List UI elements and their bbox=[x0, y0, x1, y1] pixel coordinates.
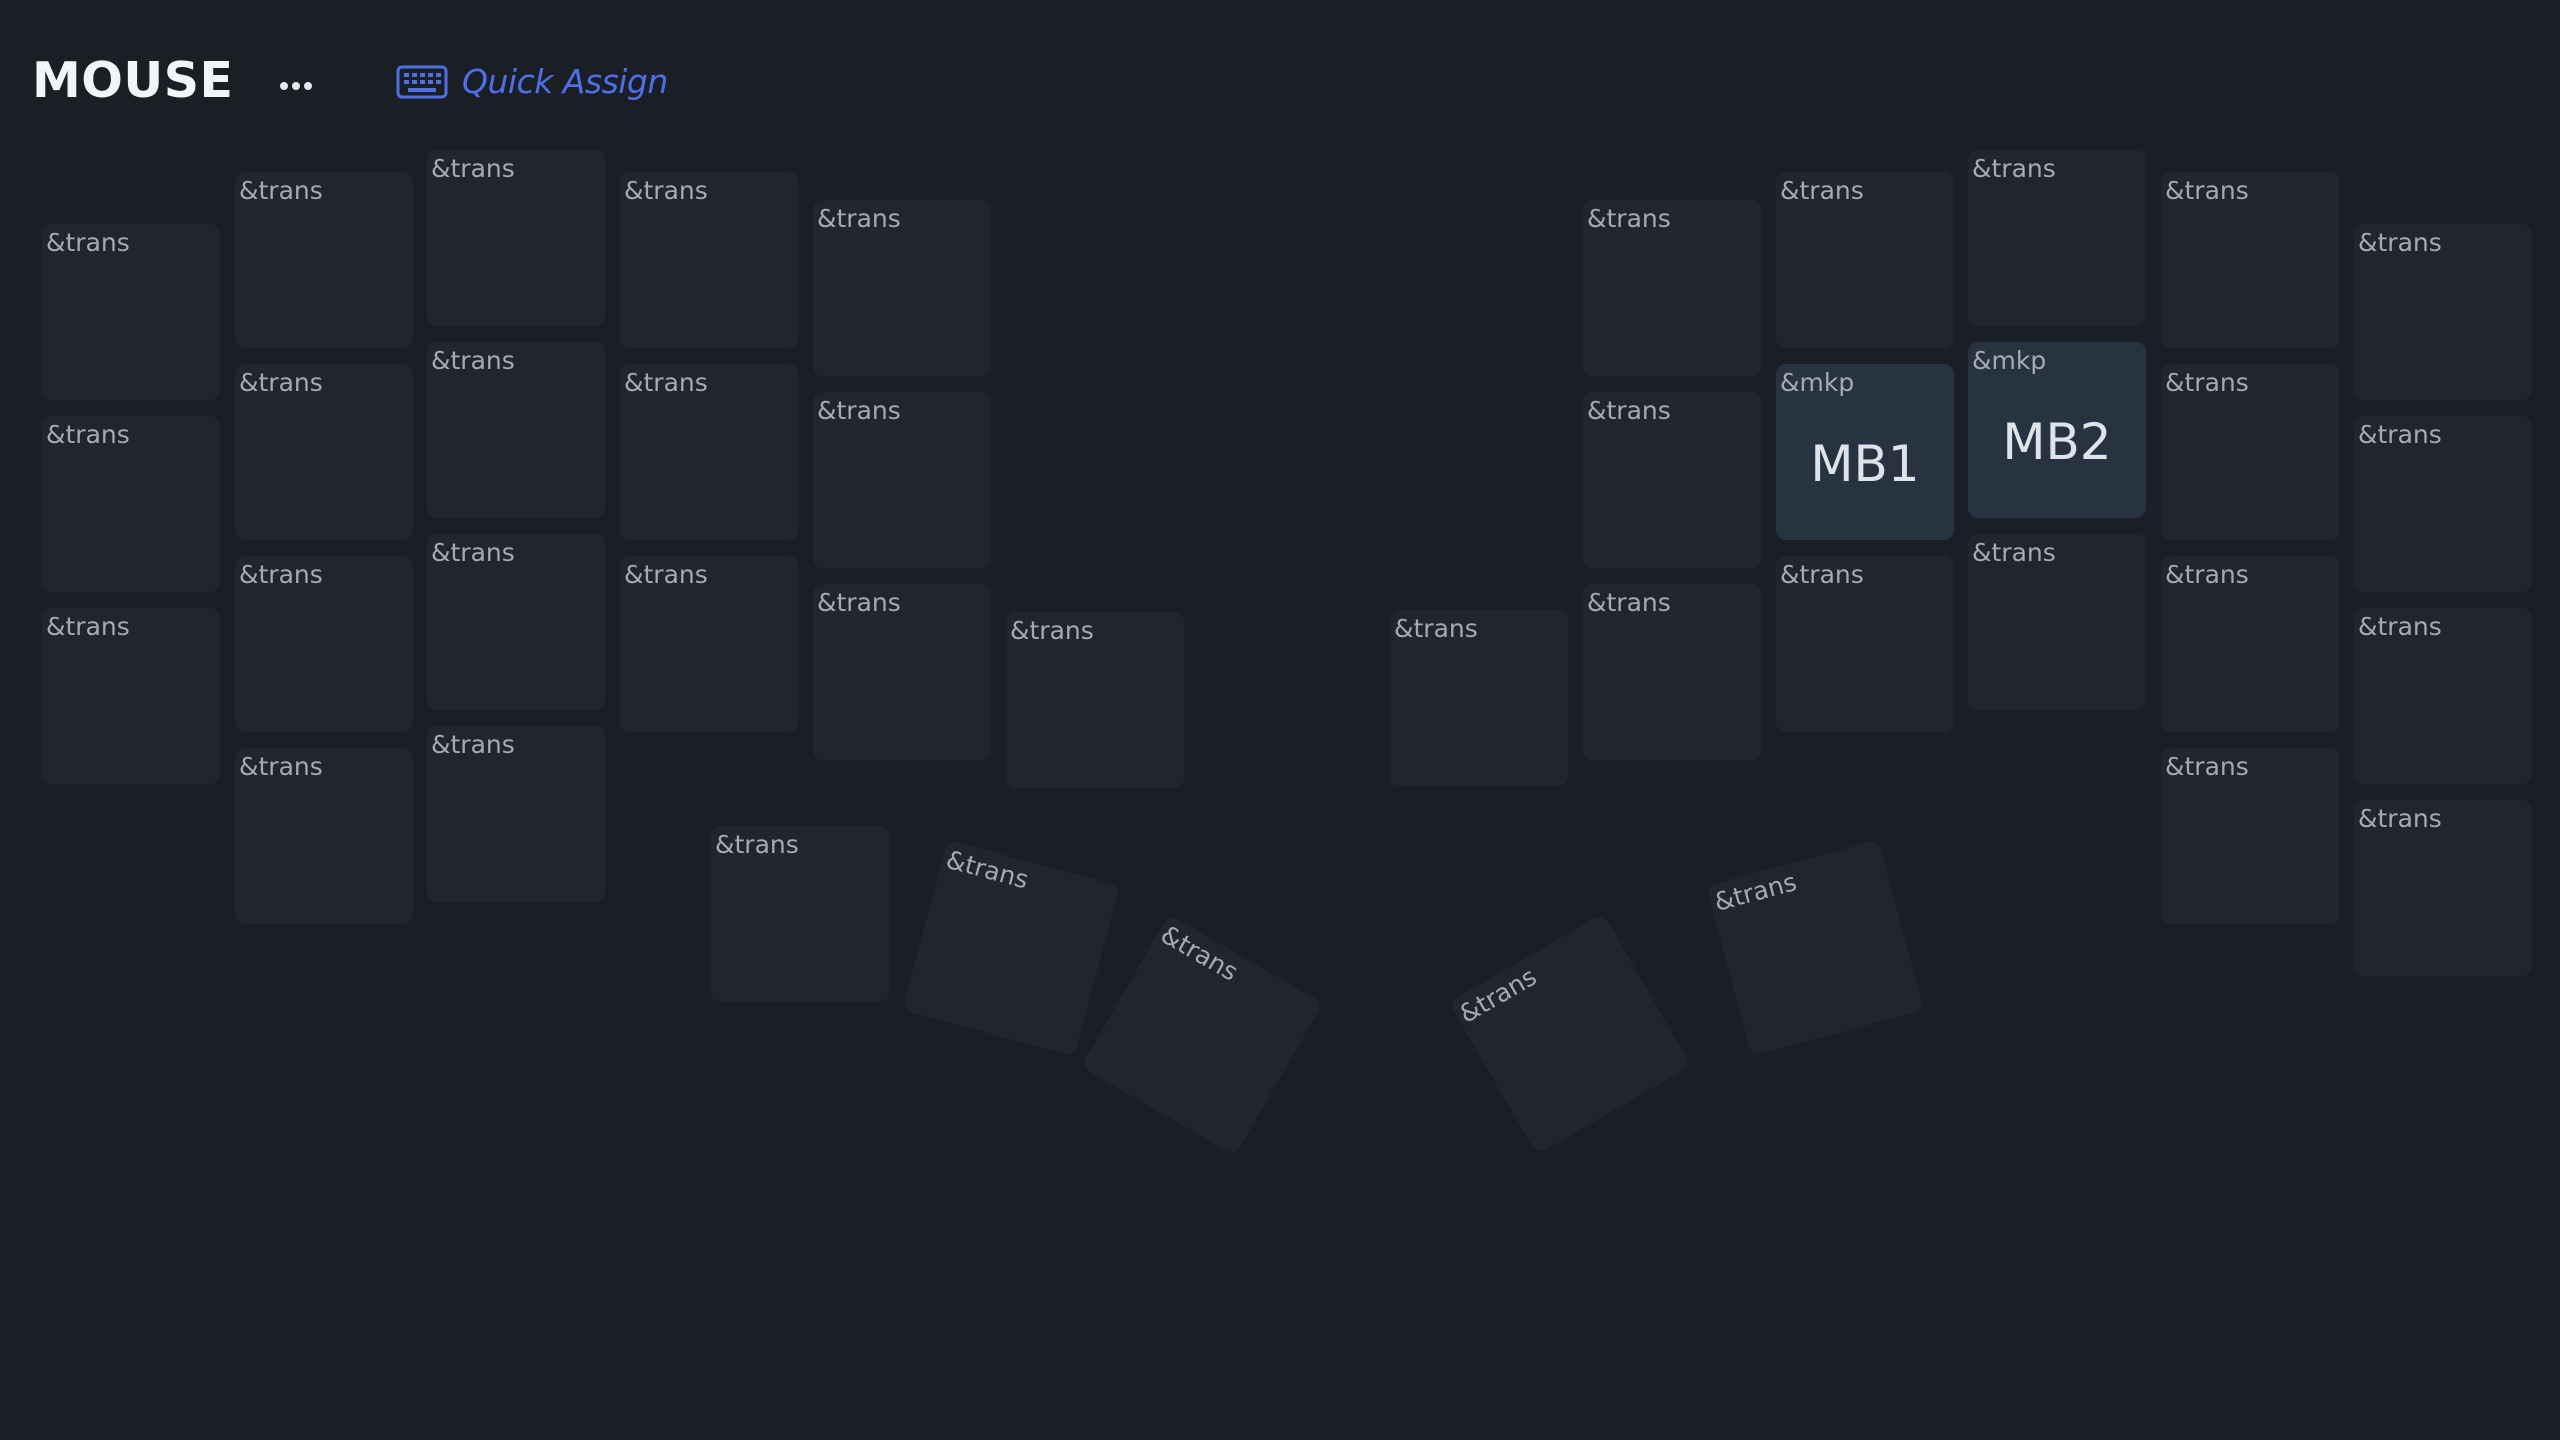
key-behavior-label: &trans bbox=[46, 420, 130, 449]
key-l4-0[interactable]: &trans bbox=[813, 200, 991, 376]
key-behavior-label: &trans bbox=[431, 154, 515, 183]
key-r2-2[interactable]: &trans bbox=[1968, 534, 2146, 710]
key-behavior-label: &trans bbox=[2358, 420, 2442, 449]
keymap-editor: MOUSE Quick Assign &trans &trans &trans … bbox=[0, 0, 2560, 1440]
key-behavior-label: &trans bbox=[2165, 560, 2249, 589]
key-l1-3[interactable]: &trans bbox=[235, 748, 413, 924]
key-r1-0[interactable]: &trans bbox=[1776, 172, 1954, 348]
key-behavior-label: &trans bbox=[2358, 228, 2442, 257]
key-behavior-label: &trans bbox=[1587, 588, 1671, 617]
key-r1-2[interactable]: &trans bbox=[1776, 556, 1954, 732]
key-r3-1[interactable]: &trans bbox=[2161, 364, 2339, 540]
key-behavior-label: &trans bbox=[1780, 560, 1864, 589]
key-behavior-label: &trans bbox=[2358, 804, 2442, 833]
key-l2-0[interactable]: &trans bbox=[427, 150, 605, 326]
key-binding-value: MB2 bbox=[2002, 413, 2112, 471]
key-r3-2[interactable]: &trans bbox=[2161, 556, 2339, 732]
key-behavior-label: &trans bbox=[46, 612, 130, 641]
key-l1-2[interactable]: &trans bbox=[235, 556, 413, 732]
key-behavior-label: &trans bbox=[431, 346, 515, 375]
key-behavior-label: &trans bbox=[2165, 752, 2249, 781]
key-behavior-label: &mkp bbox=[1780, 368, 1855, 397]
key-behavior-label: &trans bbox=[239, 368, 323, 397]
key-r2-1[interactable]: &mkp MB2 bbox=[1968, 342, 2146, 518]
key-behavior-label: &trans bbox=[943, 844, 1032, 895]
key-r0-1[interactable]: &trans bbox=[1583, 392, 1761, 568]
key-lt-2[interactable]: &trans bbox=[1080, 914, 1324, 1156]
key-behavior-label: &trans bbox=[624, 176, 708, 205]
key-lt-0[interactable]: &trans bbox=[711, 826, 889, 1002]
key-behavior-label: &mkp bbox=[1972, 346, 2047, 375]
key-behavior-label: &trans bbox=[239, 752, 323, 781]
key-rx-2[interactable]: &trans bbox=[1390, 610, 1568, 786]
key-l1-0[interactable]: &trans bbox=[235, 172, 413, 348]
key-behavior-label: &trans bbox=[1972, 538, 2056, 567]
key-r4-3[interactable]: &trans bbox=[2354, 800, 2532, 976]
key-lt-1[interactable]: &trans bbox=[902, 839, 1120, 1057]
key-behavior-label: &trans bbox=[817, 396, 901, 425]
key-r4-2[interactable]: &trans bbox=[2354, 608, 2532, 784]
key-behavior-label: &trans bbox=[239, 176, 323, 205]
key-behavior-label: &trans bbox=[817, 588, 901, 617]
key-behavior-label: &trans bbox=[2358, 612, 2442, 641]
key-l3-1[interactable]: &trans bbox=[620, 364, 798, 540]
key-behavior-label: &trans bbox=[1972, 154, 2056, 183]
key-l2-1[interactable]: &trans bbox=[427, 342, 605, 518]
key-behavior-label: &trans bbox=[624, 560, 708, 589]
key-behavior-label: &trans bbox=[1587, 204, 1671, 233]
key-binding-value: MB1 bbox=[1810, 435, 1920, 493]
key-r1-1[interactable]: &mkp MB1 bbox=[1776, 364, 1954, 540]
key-l0-2[interactable]: &trans bbox=[42, 608, 220, 784]
key-behavior-label: &trans bbox=[715, 830, 799, 859]
key-behavior-label: &trans bbox=[817, 204, 901, 233]
key-behavior-label: &trans bbox=[431, 538, 515, 567]
key-l2-3[interactable]: &trans bbox=[427, 726, 605, 902]
key-behavior-label: &trans bbox=[624, 368, 708, 397]
keyboard-layout: &trans &trans &trans &trans &trans &trans &tra… bbox=[0, 0, 2560, 1440]
key-r2-0[interactable]: &trans bbox=[1968, 150, 2146, 326]
key-behavior-label: &trans bbox=[2165, 176, 2249, 205]
key-l3-2[interactable]: &trans bbox=[620, 556, 798, 732]
key-behavior-label: &trans bbox=[1454, 961, 1542, 1029]
key-rt-1[interactable]: &trans bbox=[1706, 839, 1924, 1057]
key-r3-0[interactable]: &trans bbox=[2161, 172, 2339, 348]
key-l4-1[interactable]: &trans bbox=[813, 392, 991, 568]
key-behavior-label: &trans bbox=[239, 560, 323, 589]
key-behavior-label: &trans bbox=[1587, 396, 1671, 425]
key-l2-2[interactable]: &trans bbox=[427, 534, 605, 710]
key-l1-1[interactable]: &trans bbox=[235, 364, 413, 540]
key-r0-2[interactable]: &trans bbox=[1583, 584, 1761, 760]
key-r4-0[interactable]: &trans bbox=[2354, 224, 2532, 400]
key-behavior-label: &trans bbox=[1711, 867, 1800, 917]
key-behavior-label: &trans bbox=[431, 730, 515, 759]
key-l0-0[interactable]: &trans bbox=[42, 224, 220, 400]
key-l5-2[interactable]: &trans bbox=[1006, 612, 1184, 788]
key-behavior-label: &trans bbox=[1780, 176, 1864, 205]
key-r3-3[interactable]: &trans bbox=[2161, 748, 2339, 924]
key-behavior-label: &trans bbox=[2165, 368, 2249, 397]
key-behavior-label: &trans bbox=[1155, 919, 1243, 987]
key-behavior-label: &trans bbox=[1010, 616, 1094, 645]
key-l3-0[interactable]: &trans bbox=[620, 172, 798, 348]
key-rt-0[interactable]: &trans bbox=[1448, 913, 1692, 1155]
key-l4-2[interactable]: &trans bbox=[813, 584, 991, 760]
key-r4-1[interactable]: &trans bbox=[2354, 416, 2532, 592]
key-behavior-label: &trans bbox=[46, 228, 130, 257]
key-l0-1[interactable]: &trans bbox=[42, 416, 220, 592]
key-behavior-label: &trans bbox=[1394, 614, 1478, 643]
key-r0-0[interactable]: &trans bbox=[1583, 200, 1761, 376]
